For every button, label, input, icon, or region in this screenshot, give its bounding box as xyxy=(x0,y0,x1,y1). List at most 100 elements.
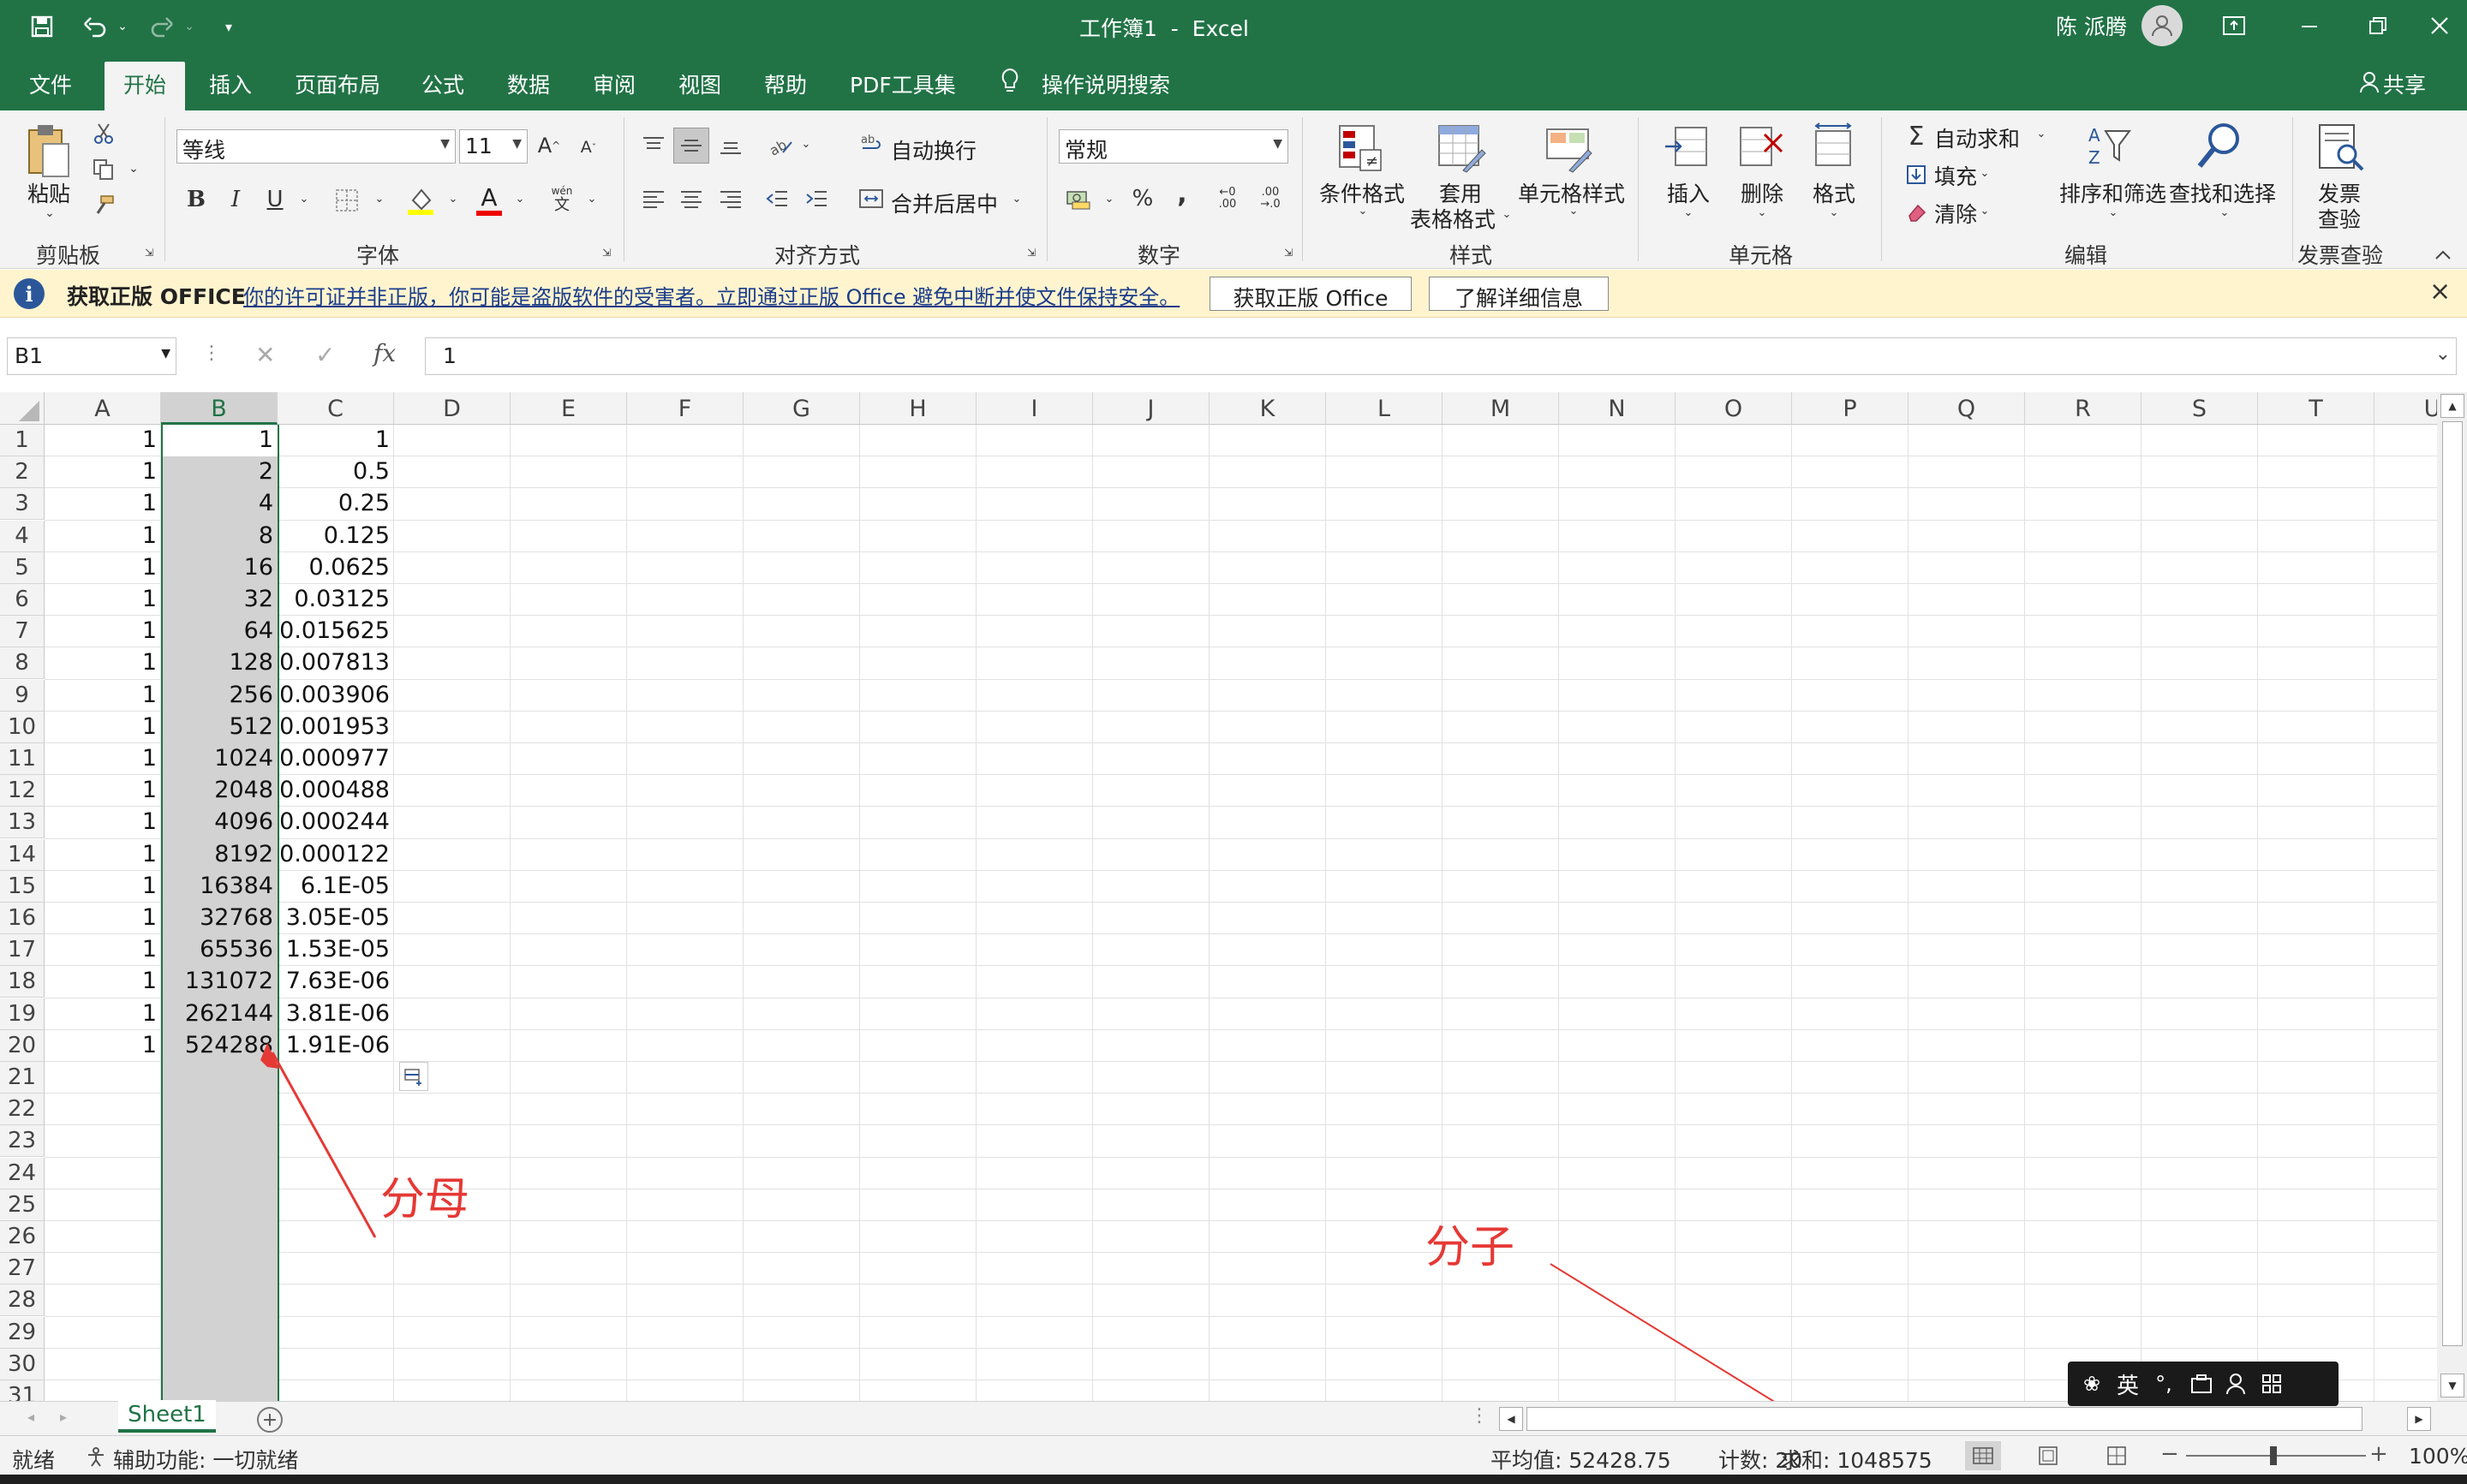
name-box[interactable]: B1 ▼ xyxy=(7,337,176,375)
grid-menu-icon[interactable] xyxy=(2258,1370,2285,1398)
avatar[interactable] xyxy=(2141,5,2183,46)
ribbon-display-options-icon[interactable] xyxy=(2220,12,2248,39)
delete-cells-dropdown-icon[interactable]: ⌄ xyxy=(1756,206,1768,219)
page-break-view-icon[interactable] xyxy=(2099,1441,2135,1470)
format-as-table-button-line2[interactable]: 表格格式 xyxy=(1410,203,1496,234)
invoice-check-button-line2[interactable]: 查验 xyxy=(2318,203,2361,234)
close-warning-icon[interactable]: × xyxy=(2429,277,2451,307)
merge-center-icon[interactable] xyxy=(857,184,886,213)
sheet-nav-next-icon[interactable]: ▸ xyxy=(60,1409,67,1425)
zoom-slider[interactable] xyxy=(2186,1446,2366,1465)
underline-button[interactable]: U xyxy=(262,184,288,215)
sheet-tab-sheet1[interactable]: Sheet1 xyxy=(118,1400,216,1433)
formula-bar-handle-icon[interactable]: ⋮ xyxy=(202,343,221,364)
number-format-combo[interactable]: 常规 ▼ xyxy=(1059,129,1288,164)
fill-button[interactable]: 填充 xyxy=(1934,160,1977,191)
merge-center-button[interactable]: 合并后居中 xyxy=(891,188,998,218)
tab-review[interactable]: 审阅 xyxy=(593,69,636,99)
bold-button[interactable]: B xyxy=(183,184,209,215)
font-launcher-icon[interactable]: ⇲ xyxy=(600,246,613,259)
page-layout-view-icon[interactable] xyxy=(2030,1441,2066,1470)
insert-cells-dropdown-icon[interactable]: ⌄ xyxy=(1682,206,1694,219)
formula-input[interactable]: 1 ⌄ xyxy=(425,337,2457,375)
ime-toolbar[interactable]: ❀ 英 °, xyxy=(2068,1362,2339,1406)
tab-view[interactable]: 视图 xyxy=(678,69,721,99)
italic-button[interactable]: I xyxy=(223,184,248,215)
delete-cells-icon[interactable] xyxy=(1735,121,1787,172)
horizontal-scroll-thumb[interactable] xyxy=(1526,1407,2362,1431)
decrease-font-size-icon[interactable]: Aˇ xyxy=(576,134,601,160)
font-name-combo[interactable]: 等线 ▼ xyxy=(176,129,456,164)
underline-dropdown-icon[interactable]: ⌄ xyxy=(298,193,310,206)
number-format-dropdown-icon[interactable]: ▼ xyxy=(1273,137,1282,151)
toolbox-icon[interactable] xyxy=(2188,1370,2215,1398)
align-center-icon[interactable] xyxy=(675,182,708,215)
decrease-decimal-icon[interactable]: .00 →.0 xyxy=(1254,182,1287,215)
fill-dropdown-icon[interactable]: ⌄ xyxy=(1979,167,1991,180)
format-as-table-dropdown-icon[interactable]: ⌄ xyxy=(1501,208,1513,221)
phonetic-dropdown-icon[interactable]: ⌄ xyxy=(586,193,598,206)
copy-dropdown-icon[interactable]: ⌄ xyxy=(127,162,140,176)
tab-help[interactable]: 帮助 xyxy=(764,69,807,99)
conditional-formatting-icon[interactable]: ≠ xyxy=(1333,121,1388,176)
align-bottom-icon[interactable] xyxy=(714,129,747,162)
hscroll-right-icon[interactable]: ▶ xyxy=(2407,1407,2431,1431)
number-launcher-icon[interactable]: ⇲ xyxy=(1281,246,1295,259)
vertical-scroll-thumb[interactable] xyxy=(2442,421,2463,1346)
borders-dropdown-icon[interactable]: ⌄ xyxy=(373,193,385,206)
user-icon[interactable] xyxy=(2222,1370,2249,1398)
delete-cells-button[interactable]: 删除 xyxy=(1741,177,1783,208)
zoom-in-icon[interactable]: + xyxy=(2369,1441,2388,1467)
tab-page-layout[interactable]: 页面布局 xyxy=(295,69,380,99)
undo-icon[interactable] xyxy=(81,12,110,41)
zoom-slider-thumb[interactable] xyxy=(2270,1446,2277,1465)
confirm-entry-icon[interactable]: ✓ xyxy=(315,341,335,369)
align-top-icon[interactable] xyxy=(637,129,670,162)
clear-button[interactable]: 清除 xyxy=(1934,198,1977,229)
comma-style-button[interactable]: , xyxy=(1168,179,1196,209)
paw-icon[interactable]: ❀ xyxy=(2078,1370,2106,1398)
clipboard-launcher-icon[interactable]: ⇲ xyxy=(142,246,156,259)
find-select-button[interactable]: 查找和选择 xyxy=(2169,177,2276,208)
status-accessibility[interactable]: 辅助功能: 一切就绪 xyxy=(113,1444,298,1475)
sheet-nav-prev-icon[interactable]: ◂ xyxy=(27,1409,34,1425)
add-sheet-icon[interactable]: + xyxy=(257,1407,283,1433)
tell-me-search[interactable]: 操作说明搜索 xyxy=(1042,69,1170,99)
share-button[interactable]: 共享 xyxy=(2383,69,2426,99)
borders-icon[interactable] xyxy=(332,186,361,215)
orientation-dropdown-icon[interactable]: ⌄ xyxy=(800,138,812,151)
font-size-combo[interactable]: 11 ▼ xyxy=(459,129,528,164)
decrease-indent-icon[interactable] xyxy=(761,182,793,215)
clear-icon[interactable] xyxy=(1903,200,1929,225)
autosum-button[interactable]: 自动求和 xyxy=(1934,122,2020,153)
insert-function-icon[interactable]: fx xyxy=(373,339,396,367)
name-box-dropdown-icon[interactable]: ▼ xyxy=(161,347,170,361)
customize-toolbar-icon[interactable]: ▾ xyxy=(219,17,238,36)
collapse-ribbon-icon[interactable] xyxy=(2433,244,2453,265)
warning-link[interactable]: 你的许可证并非正版，你可能是盗版软件的受害者。立即通过正版 Office 避免中… xyxy=(243,280,1180,310)
accounting-dropdown-icon[interactable]: ⌄ xyxy=(1103,193,1115,206)
align-right-icon[interactable] xyxy=(714,182,747,215)
phonetic-guide-icon[interactable]: wén 文 xyxy=(545,182,579,217)
scroll-up-icon[interactable]: ▲ xyxy=(2440,394,2464,418)
minimize-icon[interactable] xyxy=(2296,12,2323,39)
font-name-dropdown-icon[interactable]: ▼ xyxy=(440,137,450,151)
paste-icon[interactable] xyxy=(22,121,74,181)
tab-file[interactable]: 文件 xyxy=(29,69,72,99)
cut-icon[interactable] xyxy=(91,121,116,146)
alignment-launcher-icon[interactable]: ⇲ xyxy=(1024,246,1038,259)
paste-dropdown-icon[interactable]: ⌄ xyxy=(43,206,57,220)
font-color-icon[interactable]: A xyxy=(473,182,505,218)
font-color-dropdown-icon[interactable]: ⌄ xyxy=(514,193,526,206)
cancel-entry-icon[interactable]: ✕ xyxy=(255,341,275,369)
increase-decimal-icon[interactable]: ←0.00 xyxy=(1211,182,1244,215)
wrap-text-icon[interactable]: ab xyxy=(857,129,886,158)
fill-color-icon[interactable] xyxy=(404,184,437,217)
save-icon[interactable] xyxy=(29,14,55,39)
redo-dropdown-icon[interactable]: ⌄ xyxy=(182,19,197,34)
autosum-icon[interactable]: Σ xyxy=(1903,122,1929,152)
conditional-formatting-dropdown-icon[interactable]: ⌄ xyxy=(1357,205,1369,218)
redo-icon[interactable] xyxy=(147,12,176,41)
format-cells-dropdown-icon[interactable]: ⌄ xyxy=(1828,206,1840,219)
font-size-dropdown-icon[interactable]: ▼ xyxy=(512,137,522,151)
